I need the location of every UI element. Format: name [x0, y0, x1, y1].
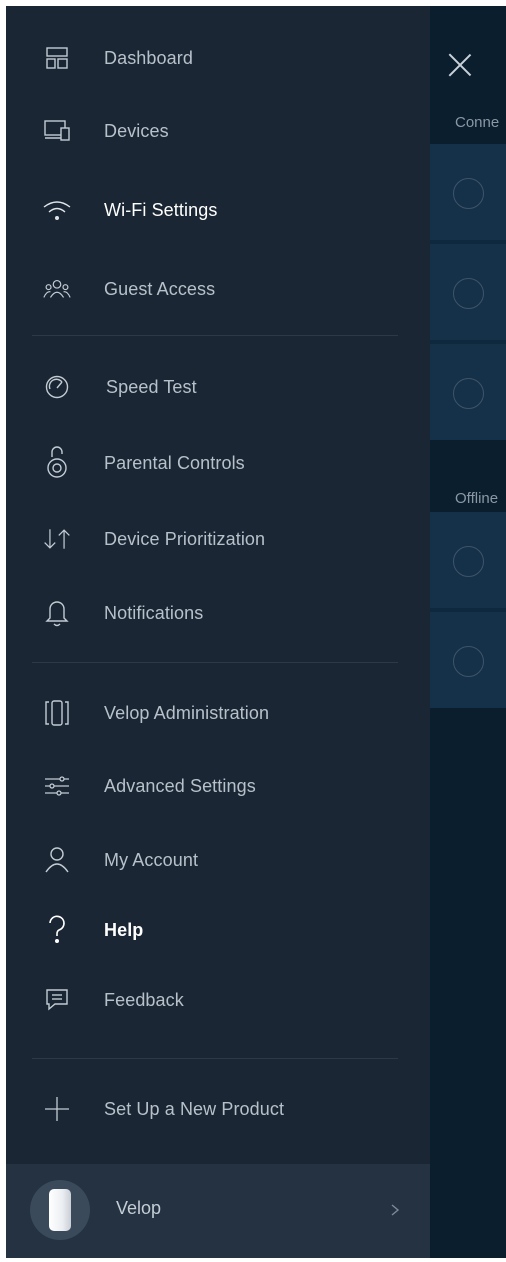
question-icon — [42, 915, 72, 945]
avatar — [30, 1180, 90, 1240]
device-card[interactable] — [430, 244, 506, 340]
menu-item-help[interactable]: Help — [6, 900, 430, 960]
menu-item-my-account[interactable]: My Account — [6, 830, 430, 890]
radio-circle-icon — [453, 378, 484, 409]
menu-item-parental-controls[interactable]: Parental Controls — [6, 433, 430, 493]
divider — [32, 1058, 398, 1059]
menu-item-velop-administration[interactable]: Velop Administration — [6, 683, 430, 743]
menu-item-device-prioritization[interactable]: Device Prioritization — [6, 509, 430, 569]
plus-icon — [42, 1094, 72, 1124]
lock-icon — [42, 446, 72, 478]
velop-node-icon — [42, 698, 72, 728]
radio-circle-icon — [453, 178, 484, 209]
menu-item-wifi-settings[interactable]: Wi-Fi Settings — [6, 180, 430, 240]
dashboard-icon — [42, 43, 72, 73]
system-name: Velop — [116, 1198, 162, 1218]
sliders-icon — [42, 771, 72, 801]
guest-access-icon — [42, 274, 72, 304]
navigation-drawer: Dashboard Devices Wi-Fi Settings Guest A… — [6, 6, 430, 1258]
menu-item-speed-test[interactable]: Speed Test — [6, 357, 430, 417]
devices-icon — [42, 116, 72, 146]
close-icon[interactable] — [447, 52, 473, 78]
velop-system-row[interactable]: Velop — [6, 1164, 430, 1258]
radio-circle-icon — [453, 546, 484, 577]
menu-item-set-up-new-product[interactable]: Set Up a New Product — [6, 1079, 430, 1139]
bell-icon — [42, 598, 72, 628]
menu-item-dashboard[interactable]: Dashboard — [6, 28, 430, 88]
device-card[interactable] — [430, 512, 506, 608]
speedometer-icon — [42, 372, 72, 402]
velop-node-image — [49, 1189, 71, 1231]
menu-item-guest-access[interactable]: Guest Access — [6, 259, 430, 319]
device-card[interactable] — [430, 344, 506, 440]
radio-circle-icon — [453, 278, 484, 309]
divider — [32, 662, 398, 663]
menu-item-advanced-settings[interactable]: Advanced Settings — [6, 756, 430, 816]
device-card[interactable] — [430, 144, 506, 240]
chat-bubble-icon — [42, 985, 72, 1015]
priority-arrows-icon — [42, 524, 72, 554]
section-connected-label: Conne — [455, 114, 500, 131]
wifi-icon — [42, 195, 72, 225]
divider — [32, 335, 398, 336]
menu-item-devices[interactable]: Devices — [6, 101, 430, 161]
menu-item-notifications[interactable]: Notifications — [6, 583, 430, 643]
chevron-right-icon — [386, 1200, 404, 1220]
device-card[interactable] — [430, 612, 506, 708]
section-offline-label: Offline — [455, 490, 499, 507]
menu-item-feedback[interactable]: Feedback — [6, 970, 430, 1030]
user-icon — [42, 845, 72, 875]
radio-circle-icon — [453, 646, 484, 677]
app-frame: Conne Offline Dashboard Devices Wi-Fi Se… — [6, 6, 506, 1258]
